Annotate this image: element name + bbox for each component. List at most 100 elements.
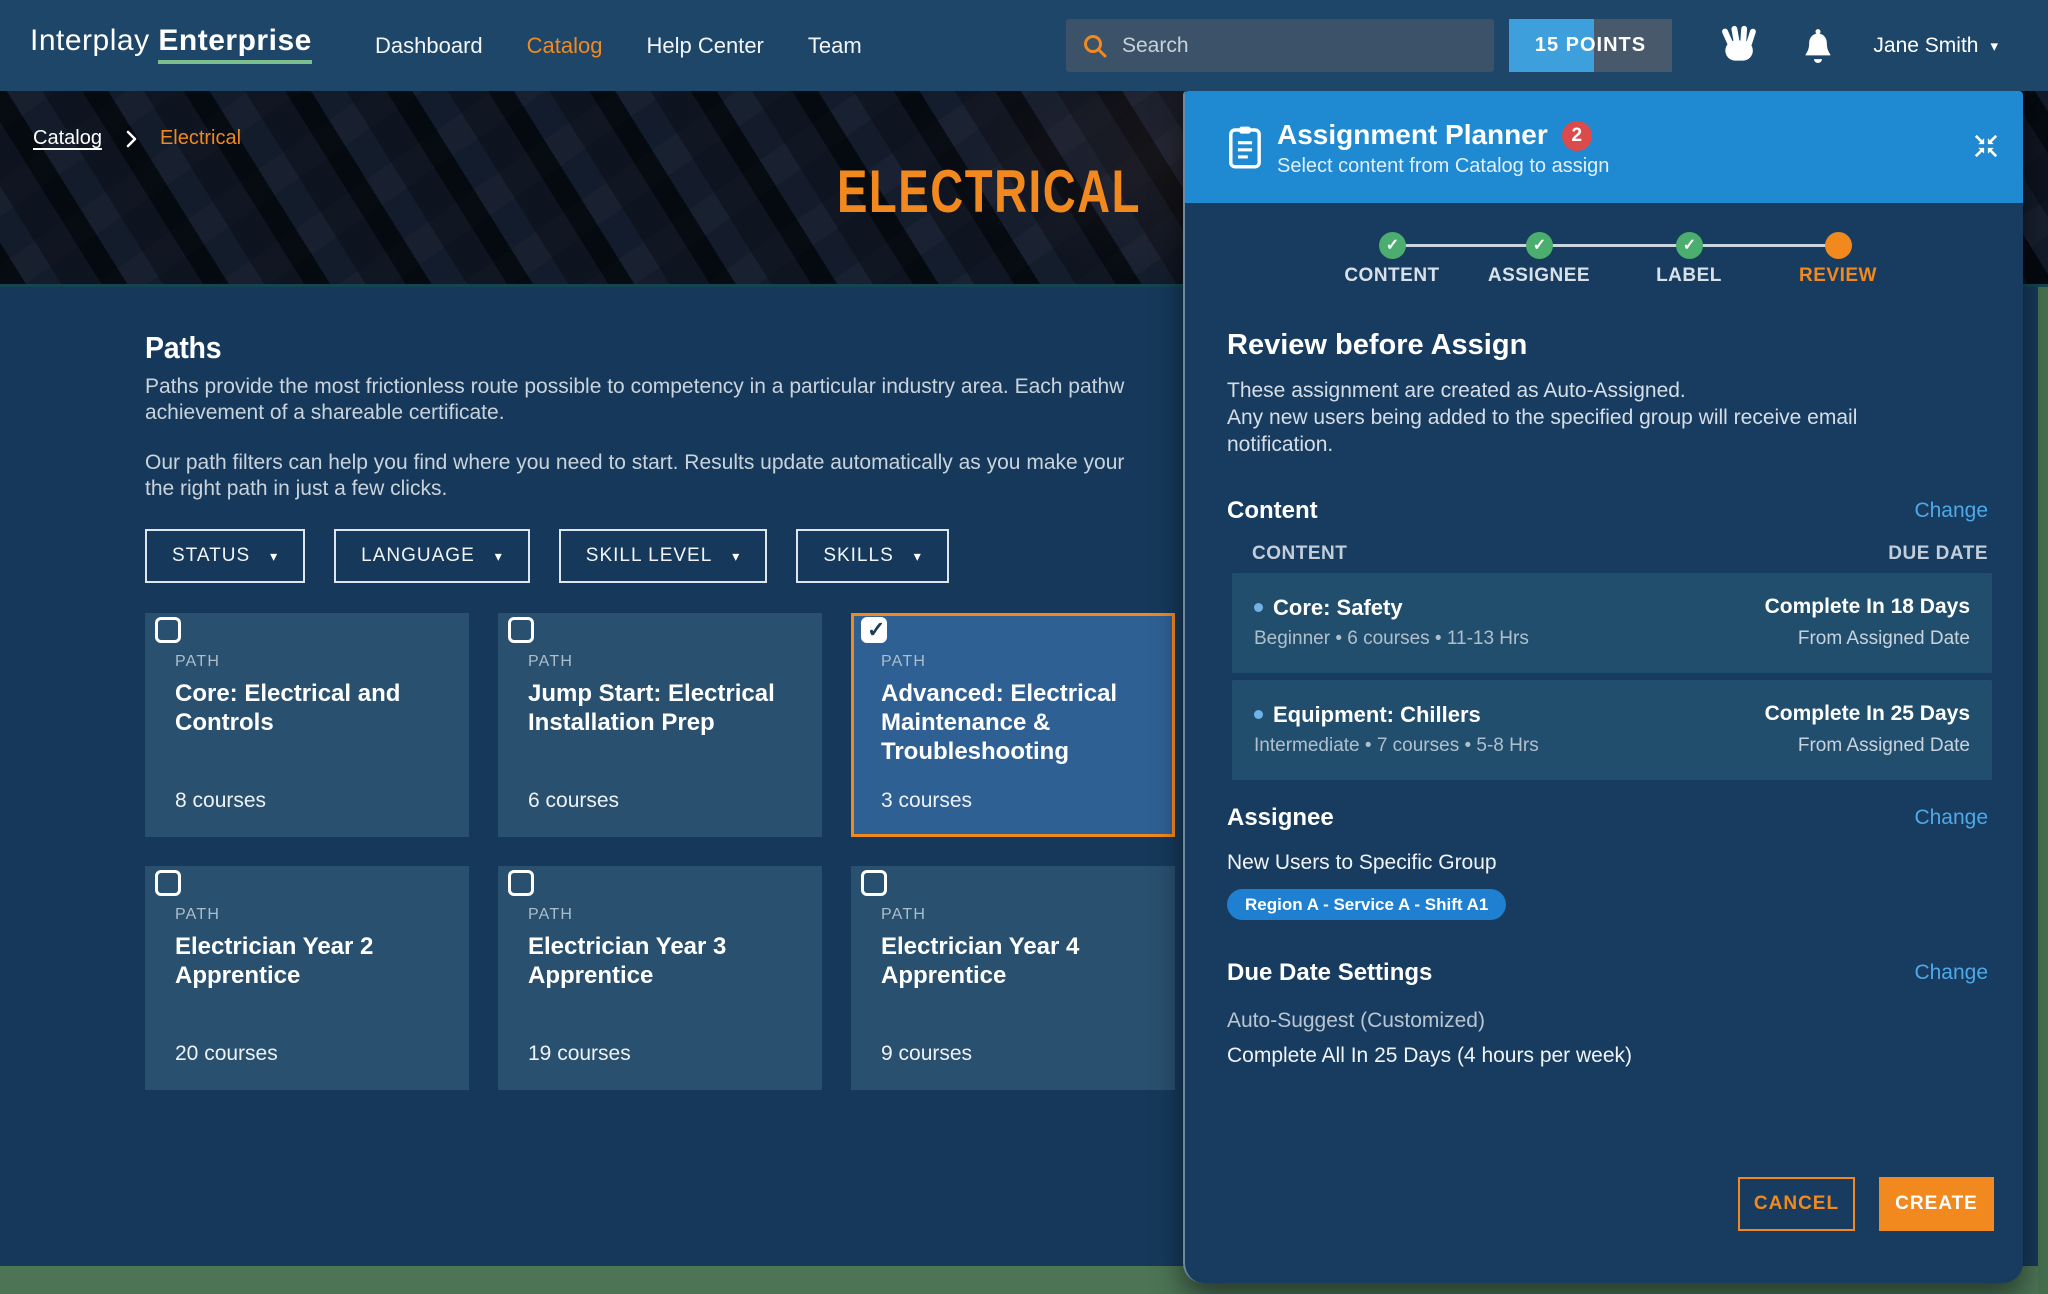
- path-card[interactable]: PATH Jump Start: Electrical Installation…: [498, 613, 822, 837]
- content-row-title: Core: Safety: [1254, 595, 1403, 621]
- collapse-panel-icon[interactable]: [1971, 131, 2001, 161]
- search-icon: [1082, 33, 1108, 59]
- path-card[interactable]: PATH Electrician Year 2 Apprentice 20 co…: [145, 866, 469, 1090]
- search-box[interactable]: [1066, 19, 1494, 72]
- step-label-content[interactable]: CONTENT: [1312, 265, 1472, 287]
- step-dot-assignee[interactable]: ✓: [1526, 232, 1553, 259]
- path-card-tag: PATH: [881, 906, 926, 924]
- review-heading: Review before Assign: [1227, 329, 1527, 362]
- path-card-courses: 6 courses: [528, 789, 619, 813]
- hero-title: ELECTRICAL: [837, 157, 1141, 226]
- path-checkbox[interactable]: [155, 870, 181, 896]
- step-label-assignee[interactable]: ASSIGNEE: [1459, 265, 1619, 287]
- paths-description-2: Our path filters can help you find where…: [145, 450, 1181, 502]
- path-card-courses: 9 courses: [881, 1042, 972, 1066]
- search-input[interactable]: [1122, 34, 1478, 58]
- nav-item-catalog[interactable]: Catalog: [527, 33, 603, 59]
- path-card-courses: 3 courses: [881, 789, 972, 813]
- primary-nav: Dashboard Catalog Help Center Team: [375, 0, 862, 91]
- path-checkbox[interactable]: [861, 870, 887, 896]
- nav-item-dashboard[interactable]: Dashboard: [375, 33, 483, 59]
- paths-description-1: Paths provide the most frictionless rout…: [145, 374, 1181, 426]
- stepper-connector-line: [1392, 244, 1838, 247]
- content-row-title-text: Core: Safety: [1273, 595, 1403, 620]
- assignment-planner-panel: Assignment Planner2 Select content from …: [1183, 91, 2023, 1283]
- path-card-title: Advanced: Electrical Maintenance & Troub…: [881, 679, 1150, 766]
- chevron-right-icon: [124, 129, 138, 149]
- step-label-label[interactable]: LABEL: [1609, 265, 1769, 287]
- brand-logo-left: Interplay: [30, 24, 150, 57]
- content-row[interactable]: Core: Safety Beginner • 6 courses • 11-1…: [1232, 573, 1992, 673]
- path-card-title: Electrician Year 2 Apprentice: [175, 932, 447, 990]
- content-row-due: Complete In 18 Days: [1765, 595, 1970, 619]
- breadcrumb: Catalog Electrical: [33, 127, 241, 150]
- chevron-down-icon: ▾: [1990, 37, 1998, 55]
- filter-skills-label: SKILLS: [823, 545, 893, 567]
- bell-icon: [1798, 26, 1838, 66]
- filter-language-dropdown[interactable]: LANGUAGE▾: [334, 529, 530, 583]
- nav-item-help-center[interactable]: Help Center: [646, 33, 763, 59]
- chevron-down-icon: ▾: [270, 548, 278, 565]
- step-dot-review[interactable]: ✓: [1825, 232, 1852, 259]
- user-name: Jane Smith: [1873, 34, 1978, 58]
- path-checkbox[interactable]: [155, 617, 181, 643]
- step-dot-label[interactable]: ✓: [1676, 232, 1703, 259]
- path-card-tag: PATH: [881, 653, 926, 671]
- cancel-button[interactable]: CANCEL: [1738, 1177, 1855, 1231]
- assignee-change-link[interactable]: Change: [1914, 806, 1988, 830]
- path-checkbox[interactable]: [508, 617, 534, 643]
- filter-language-label: LANGUAGE: [361, 545, 475, 567]
- path-checkbox[interactable]: [508, 870, 534, 896]
- content-dot-icon: [1254, 603, 1263, 612]
- create-button[interactable]: CREATE: [1879, 1177, 1994, 1231]
- content-row-due: Complete In 25 Days: [1765, 702, 1970, 726]
- path-card-tag: PATH: [528, 906, 573, 924]
- content-row-title: Equipment: Chillers: [1254, 702, 1481, 728]
- due-date-mode: Auto-Suggest (Customized): [1227, 1009, 1485, 1033]
- wave-hand-button[interactable]: [1717, 23, 1763, 69]
- path-card[interactable]: PATH Advanced: Electrical Maintenance & …: [851, 613, 1175, 837]
- notifications-button[interactable]: [1795, 23, 1841, 69]
- filter-skills-dropdown[interactable]: SKILLS ▾: [796, 529, 948, 583]
- path-card-tag: PATH: [175, 906, 220, 924]
- content-change-link[interactable]: Change: [1914, 499, 1988, 523]
- path-card-title: Electrician Year 3 Apprentice: [528, 932, 800, 990]
- topbar-right-cluster: Jane Smith ▾: [1717, 0, 1998, 91]
- content-row[interactable]: Equipment: Chillers Intermediate • 7 cou…: [1232, 680, 1992, 780]
- assignee-mode: New Users to Specific Group: [1227, 851, 1497, 875]
- check-icon: ✓: [1386, 237, 1399, 254]
- path-filters: STATUS▾ LANGUAGE▾ SKILL LEVEL▾ SKILLS▾: [145, 529, 949, 583]
- step-dot-content[interactable]: ✓: [1379, 232, 1406, 259]
- path-card-courses: 19 courses: [528, 1042, 631, 1066]
- content-row-meta: Beginner • 6 courses • 11-13 Hrs: [1254, 628, 1529, 650]
- path-card-title: Electrician Year 4 Apprentice: [881, 932, 1153, 990]
- path-card-tag: PATH: [175, 653, 220, 671]
- due-date-change-link[interactable]: Change: [1914, 961, 1988, 985]
- points-label: 15 POINTS: [1535, 34, 1646, 57]
- assignee-group-pill: Region A - Service A - Shift A1: [1227, 889, 1506, 920]
- app-window: Interplay Enterprise Dashboard Catalog H…: [0, 0, 2048, 1294]
- user-menu[interactable]: Jane Smith ▾: [1873, 34, 1998, 58]
- check-icon: ✓: [1683, 237, 1696, 254]
- path-checkbox-checked[interactable]: [861, 617, 887, 643]
- content-column-header: CONTENT: [1252, 543, 1347, 565]
- breadcrumb-catalog-link[interactable]: Catalog: [33, 127, 102, 150]
- breadcrumb-current: Electrical: [160, 127, 241, 150]
- paths-heading: Paths: [145, 330, 221, 366]
- chevron-down-icon: ▾: [914, 548, 922, 565]
- planner-title: Assignment Planner2: [1277, 119, 1592, 151]
- content-dot-icon: [1254, 710, 1263, 719]
- brand-logo[interactable]: Interplay Enterprise: [30, 24, 312, 58]
- path-card[interactable]: PATH Core: Electrical and Controls 8 cou…: [145, 613, 469, 837]
- chevron-down-icon: ▾: [732, 548, 740, 565]
- step-label-review[interactable]: REVIEW: [1758, 265, 1918, 287]
- path-card[interactable]: PATH Electrician Year 4 Apprentice 9 cou…: [851, 866, 1175, 1090]
- path-card-title: Core: Electrical and Controls: [175, 679, 447, 737]
- content-section-heading: Content: [1227, 497, 1318, 525]
- paths-description-1-line1: Paths provide the most frictionless rout…: [145, 374, 1181, 400]
- path-card[interactable]: PATH Electrician Year 3 Apprentice 19 co…: [498, 866, 822, 1090]
- nav-item-team[interactable]: Team: [808, 33, 862, 59]
- filter-status-dropdown[interactable]: STATUS▾: [145, 529, 305, 583]
- points-badge[interactable]: 15 POINTS: [1509, 19, 1672, 72]
- filter-skill-level-dropdown[interactable]: SKILL LEVEL▾: [559, 529, 768, 583]
